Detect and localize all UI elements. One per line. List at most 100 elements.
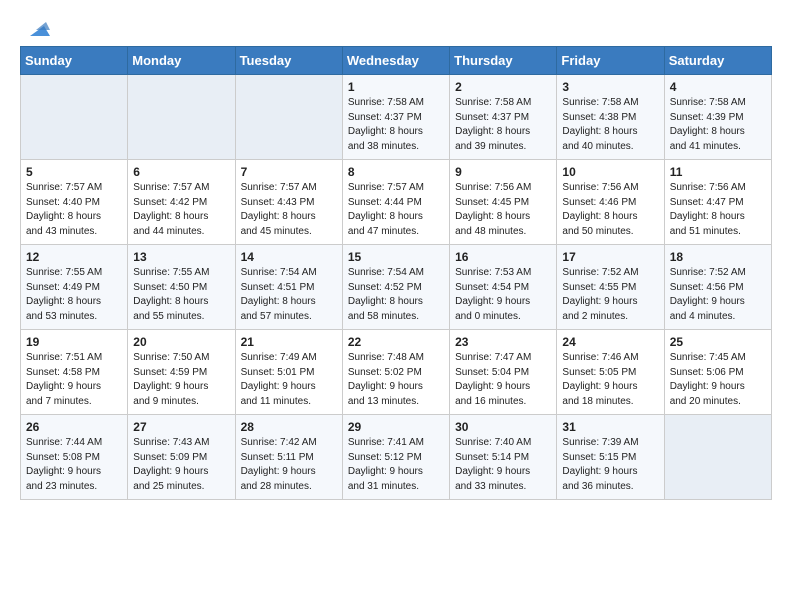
- calendar-cell: 5 Sunrise: 7:57 AM Sunset: 4:40 PM Daylig…: [21, 160, 128, 245]
- calendar-cell: 22Sunrise: 7:48 AM Sunset: 5:02 PM Dayli…: [342, 330, 449, 415]
- calendar-cell: 13 Sunrise: 7:55 AM Sunset: 4:50 PM Dayli…: [128, 245, 235, 330]
- calendar-cell: 10 Sunrise: 7:56 AM Sunset: 4:46 PM Dayli…: [557, 160, 664, 245]
- calendar-cell: 15Sunrise: 7:54 AM Sunset: 4:52 PM Dayli…: [342, 245, 449, 330]
- day-info: Sunrise: 7:41 AM Sunset: 5:12 PM Dayligh…: [348, 436, 444, 494]
- calendar-cell: 19Sunrise: 7:51 AM Sunset: 4:58 PM Dayli…: [21, 330, 128, 415]
- day-number: 1: [348, 80, 444, 94]
- day-info: Sunrise: 7:57 AM Sunset: 4:43 PM Dayligh…: [241, 181, 337, 239]
- calendar-cell: 16Sunrise: 7:53 AM Sunset: 4:54 PM Dayli…: [450, 245, 557, 330]
- calendar-cell: 2Sunrise: 7:58 AM Sunset: 4:37 PM Daylig…: [450, 75, 557, 160]
- day-number: 28: [241, 420, 337, 434]
- day-info: Sunrise: 7:56 AM Sunset: 4:46 PM Dayligh…: [562, 181, 658, 239]
- day-number: 18: [670, 250, 766, 264]
- calendar-cell: 24 Sunrise: 7:46 AM Sunset: 5:05 PM Dayli…: [557, 330, 664, 415]
- calendar-cell: [128, 75, 235, 160]
- day-number: 21: [241, 335, 337, 349]
- day-number: 20: [133, 335, 229, 349]
- day-number: 27: [133, 420, 229, 434]
- calendar-cell: 25 Sunrise: 7:45 AM Sunset: 5:06 PM Dayli…: [664, 330, 771, 415]
- calendar-cell: 12 Sunrise: 7:55 AM Sunset: 4:49 PM Dayli…: [21, 245, 128, 330]
- calendar-cell: 27 Sunrise: 7:43 AM Sunset: 5:09 PM Dayli…: [128, 415, 235, 500]
- day-number: 13: [133, 250, 229, 264]
- day-header-sunday: Sunday: [21, 47, 128, 75]
- day-info: Sunrise: 7:42 AM Sunset: 5:11 PM Dayligh…: [241, 436, 337, 494]
- day-number: 25: [670, 335, 766, 349]
- day-info: Sunrise: 7:56 AM Sunset: 4:47 PM Dayligh…: [670, 181, 766, 239]
- day-info: Sunrise: 7:48 AM Sunset: 5:02 PM Dayligh…: [348, 351, 444, 409]
- day-header-friday: Friday: [557, 47, 664, 75]
- day-info: Sunrise: 7:47 AM Sunset: 5:04 PM Dayligh…: [455, 351, 551, 409]
- day-info: Sunrise: 7:58 AM Sunset: 4:39 PM Dayligh…: [670, 96, 766, 154]
- day-info: Sunrise: 7:56 AM Sunset: 4:45 PM Dayligh…: [455, 181, 551, 239]
- day-number: 17: [562, 250, 658, 264]
- day-info: Sunrise: 7:39 AM Sunset: 5:15 PM Dayligh…: [562, 436, 658, 494]
- calendar-header-row: SundayMondayTuesdayWednesdayThursdayFrid…: [21, 47, 772, 75]
- day-info: Sunrise: 7:52 AM Sunset: 4:55 PM Dayligh…: [562, 266, 658, 324]
- day-info: Sunrise: 7:57 AM Sunset: 4:44 PM Dayligh…: [348, 181, 444, 239]
- calendar-cell: 9 Sunrise: 7:56 AM Sunset: 4:45 PM Daylig…: [450, 160, 557, 245]
- logo-icon: [22, 16, 50, 44]
- day-number: 10: [562, 165, 658, 179]
- calendar-cell: 11Sunrise: 7:56 AM Sunset: 4:47 PM Dayli…: [664, 160, 771, 245]
- calendar-cell: 18 Sunrise: 7:52 AM Sunset: 4:56 PM Dayli…: [664, 245, 771, 330]
- day-info: Sunrise: 7:57 AM Sunset: 4:40 PM Dayligh…: [26, 181, 122, 239]
- day-header-wednesday: Wednesday: [342, 47, 449, 75]
- day-number: 16: [455, 250, 551, 264]
- calendar-cell: 29 Sunrise: 7:41 AM Sunset: 5:12 PM Dayli…: [342, 415, 449, 500]
- day-info: Sunrise: 7:55 AM Sunset: 4:49 PM Dayligh…: [26, 266, 122, 324]
- calendar-cell: 4 Sunrise: 7:58 AM Sunset: 4:39 PM Daylig…: [664, 75, 771, 160]
- day-info: Sunrise: 7:58 AM Sunset: 4:38 PM Dayligh…: [562, 96, 658, 154]
- day-number: 6: [133, 165, 229, 179]
- calendar-cell: [664, 415, 771, 500]
- day-info: Sunrise: 7:52 AM Sunset: 4:56 PM Dayligh…: [670, 266, 766, 324]
- header: [20, 16, 772, 38]
- logo: [20, 16, 50, 38]
- day-number: 29: [348, 420, 444, 434]
- day-header-thursday: Thursday: [450, 47, 557, 75]
- day-info: Sunrise: 7:43 AM Sunset: 5:09 PM Dayligh…: [133, 436, 229, 494]
- day-number: 12: [26, 250, 122, 264]
- day-info: Sunrise: 7:51 AM Sunset: 4:58 PM Dayligh…: [26, 351, 122, 409]
- day-number: 30: [455, 420, 551, 434]
- calendar-cell: 1 Sunrise: 7:58 AM Sunset: 4:37 PM Daylig…: [342, 75, 449, 160]
- day-header-monday: Monday: [128, 47, 235, 75]
- calendar-cell: 6 Sunrise: 7:57 AM Sunset: 4:42 PM Daylig…: [128, 160, 235, 245]
- calendar-week-row: 12 Sunrise: 7:55 AM Sunset: 4:49 PM Dayli…: [21, 245, 772, 330]
- day-info: Sunrise: 7:57 AM Sunset: 4:42 PM Dayligh…: [133, 181, 229, 239]
- day-number: 26: [26, 420, 122, 434]
- day-header-saturday: Saturday: [664, 47, 771, 75]
- calendar-week-row: 1 Sunrise: 7:58 AM Sunset: 4:37 PM Daylig…: [21, 75, 772, 160]
- day-number: 23: [455, 335, 551, 349]
- calendar-cell: 3 Sunrise: 7:58 AM Sunset: 4:38 PM Daylig…: [557, 75, 664, 160]
- day-number: 5: [26, 165, 122, 179]
- day-info: Sunrise: 7:50 AM Sunset: 4:59 PM Dayligh…: [133, 351, 229, 409]
- calendar-cell: 14Sunrise: 7:54 AM Sunset: 4:51 PM Dayli…: [235, 245, 342, 330]
- day-number: 31: [562, 420, 658, 434]
- calendar-week-row: 26Sunrise: 7:44 AM Sunset: 5:08 PM Dayli…: [21, 415, 772, 500]
- calendar-cell: 26Sunrise: 7:44 AM Sunset: 5:08 PM Dayli…: [21, 415, 128, 500]
- day-number: 2: [455, 80, 551, 94]
- calendar-cell: 31 Sunrise: 7:39 AM Sunset: 5:15 PM Dayli…: [557, 415, 664, 500]
- calendar-cell: 8 Sunrise: 7:57 AM Sunset: 4:44 PM Daylig…: [342, 160, 449, 245]
- page: SundayMondayTuesdayWednesdayThursdayFrid…: [0, 0, 792, 510]
- day-info: Sunrise: 7:58 AM Sunset: 4:37 PM Dayligh…: [348, 96, 444, 154]
- calendar-cell: 28 Sunrise: 7:42 AM Sunset: 5:11 PM Dayli…: [235, 415, 342, 500]
- day-info: Sunrise: 7:45 AM Sunset: 5:06 PM Dayligh…: [670, 351, 766, 409]
- day-info: Sunrise: 7:46 AM Sunset: 5:05 PM Dayligh…: [562, 351, 658, 409]
- day-info: Sunrise: 7:54 AM Sunset: 4:51 PM Dayligh…: [241, 266, 337, 324]
- calendar-cell: [21, 75, 128, 160]
- day-number: 24: [562, 335, 658, 349]
- calendar-cell: 20 Sunrise: 7:50 AM Sunset: 4:59 PM Dayli…: [128, 330, 235, 415]
- day-number: 8: [348, 165, 444, 179]
- day-info: Sunrise: 7:40 AM Sunset: 5:14 PM Dayligh…: [455, 436, 551, 494]
- calendar-cell: 7 Sunrise: 7:57 AM Sunset: 4:43 PM Daylig…: [235, 160, 342, 245]
- calendar-cell: [235, 75, 342, 160]
- day-info: Sunrise: 7:55 AM Sunset: 4:50 PM Dayligh…: [133, 266, 229, 324]
- day-number: 7: [241, 165, 337, 179]
- day-number: 4: [670, 80, 766, 94]
- calendar-cell: 23 Sunrise: 7:47 AM Sunset: 5:04 PM Dayli…: [450, 330, 557, 415]
- calendar-table: SundayMondayTuesdayWednesdayThursdayFrid…: [20, 46, 772, 500]
- day-number: 3: [562, 80, 658, 94]
- calendar-week-row: 19Sunrise: 7:51 AM Sunset: 4:58 PM Dayli…: [21, 330, 772, 415]
- day-number: 9: [455, 165, 551, 179]
